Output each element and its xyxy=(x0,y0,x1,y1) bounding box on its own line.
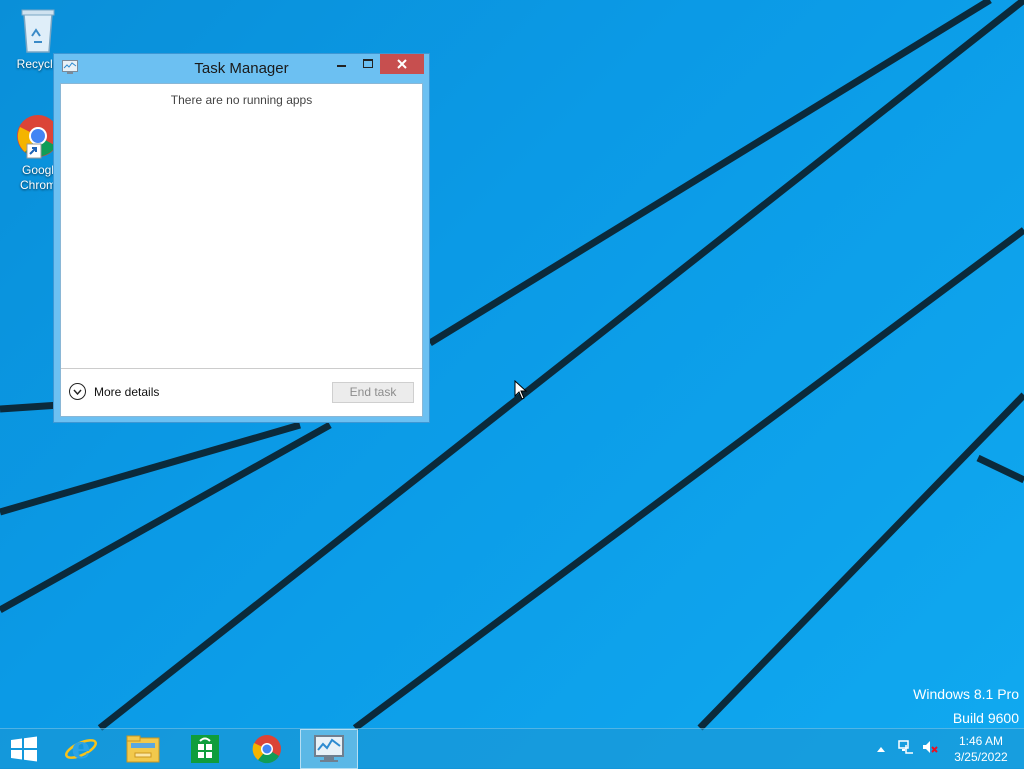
volume-tray-button[interactable] xyxy=(922,739,938,760)
chrome-icon xyxy=(252,735,281,764)
end-task-button[interactable]: End task xyxy=(332,382,414,403)
mouse-cursor-icon xyxy=(514,380,528,400)
taskbar-store[interactable] xyxy=(179,729,231,769)
volume-muted-icon xyxy=(923,740,938,753)
more-details-button[interactable]: More details xyxy=(69,383,159,400)
maximize-icon xyxy=(363,59,373,68)
show-hidden-icons-button[interactable] xyxy=(874,746,888,752)
clock-time: 1:46 AM xyxy=(958,734,1004,748)
taskbar-internet-explorer[interactable]: e xyxy=(55,729,107,769)
svg-text:e: e xyxy=(71,733,90,765)
os-version-watermark: Windows 8.1 Pro xyxy=(913,686,1019,702)
file-explorer-icon xyxy=(126,735,160,763)
close-icon xyxy=(397,59,407,69)
chevron-down-icon xyxy=(69,383,86,400)
empty-state-message: There are no running apps xyxy=(170,93,313,107)
chevron-up-icon xyxy=(877,747,885,752)
network-icon xyxy=(898,739,913,754)
task-manager-window: Task Manager There are no running apps M… xyxy=(53,53,430,423)
taskbar-file-explorer[interactable] xyxy=(117,729,169,769)
taskbar: e 1:46 AM 3/25/2022 xyxy=(0,728,1024,769)
taskbar-chrome[interactable] xyxy=(241,729,293,769)
store-icon xyxy=(191,735,219,763)
system-tray xyxy=(874,729,938,769)
clock-date: 3/25/2022 xyxy=(954,750,1008,764)
internet-explorer-icon: e xyxy=(65,733,97,765)
more-details-label: More details xyxy=(94,384,160,399)
taskbar-task-manager[interactable] xyxy=(300,729,358,769)
window-titlebar[interactable]: Task Manager xyxy=(54,54,429,83)
close-button[interactable] xyxy=(380,54,424,74)
start-button[interactable] xyxy=(4,729,44,769)
minimize-button[interactable] xyxy=(329,54,355,74)
start-icon xyxy=(11,736,37,762)
window-footer: More details End task xyxy=(61,368,422,417)
task-manager-icon xyxy=(314,735,344,762)
recycle-bin-icon xyxy=(21,9,55,53)
taskbar-clock[interactable]: 1:46 AM 3/25/2022 xyxy=(946,733,1016,765)
app-list-panel: There are no running apps More details E… xyxy=(60,83,423,417)
network-tray-button[interactable] xyxy=(898,739,914,760)
os-build-watermark: Build 9600 xyxy=(952,710,1019,726)
minimize-icon xyxy=(337,65,346,67)
maximize-button[interactable] xyxy=(355,54,381,74)
